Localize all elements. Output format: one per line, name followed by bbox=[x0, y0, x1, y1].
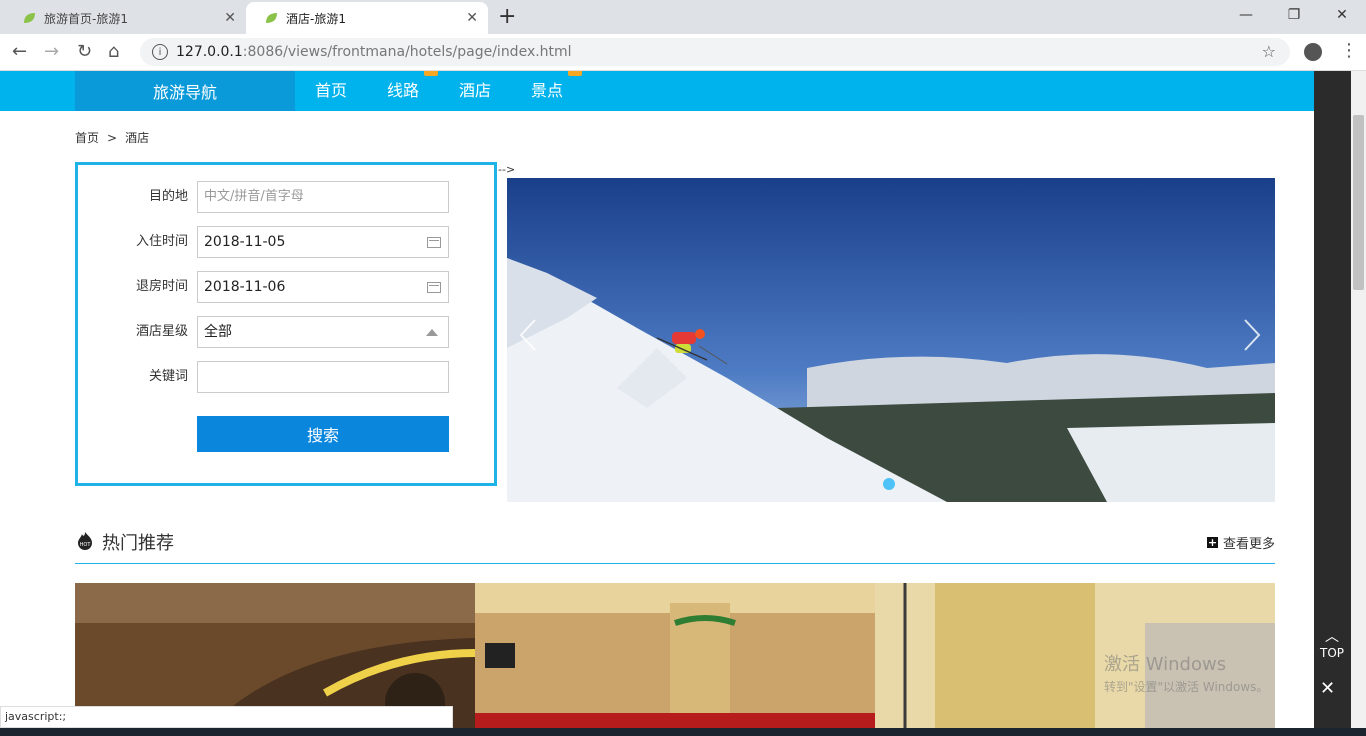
info-icon[interactable]: i bbox=[152, 44, 168, 60]
checkin-value: 2018-11-05 bbox=[204, 234, 286, 250]
checkin-label: 入住时间 bbox=[135, 234, 188, 249]
close-icon[interactable]: ✕ bbox=[224, 10, 236, 26]
leaf-icon bbox=[266, 13, 277, 23]
url-path: :8086/views/frontmana/hotels/page/index.… bbox=[242, 44, 572, 60]
star-select[interactable]: 全部 bbox=[197, 316, 449, 348]
destination-row: 目的地 中文/拼音/首字母 bbox=[78, 181, 494, 213]
breadcrumb-home[interactable]: 首页 bbox=[75, 131, 99, 145]
keyword-input[interactable] bbox=[197, 361, 449, 393]
chevron-up-icon: ︿ bbox=[1325, 629, 1339, 645]
back-icon[interactable]: ← bbox=[12, 41, 27, 62]
nav-item-sights[interactable]: 景点 bbox=[531, 71, 582, 111]
next-arrow-icon[interactable] bbox=[1243, 318, 1261, 352]
breadcrumb-separator: > bbox=[107, 131, 118, 145]
prev-arrow-icon[interactable] bbox=[519, 318, 537, 352]
view-more-link[interactable]: + 查看更多 bbox=[1206, 533, 1275, 552]
breadcrumb-current: 酒店 bbox=[125, 131, 150, 145]
banner-carousel bbox=[507, 178, 1275, 502]
reload-icon[interactable]: ↻ bbox=[77, 41, 92, 62]
window-controls: — ❐ ✕ bbox=[1222, 0, 1366, 30]
nav-item-hotels[interactable]: 酒店 bbox=[459, 71, 491, 111]
plus-icon: + bbox=[1206, 536, 1218, 549]
url-input[interactable]: i 127.0.0.1:8086/views/frontmana/hotels/… bbox=[140, 38, 1290, 66]
checkin-date-input[interactable]: 2018-11-05 bbox=[197, 226, 449, 258]
close-icon[interactable]: ✕ bbox=[1320, 678, 1335, 699]
watermark-line2: 转到"设置"以激活 Windows。 bbox=[1104, 680, 1269, 694]
top-nav: 旅游导航 首页 线路 酒店 景点 bbox=[0, 71, 1314, 111]
address-bar: ← → ↻ ⌂ i 127.0.0.1:8086/views/frontmana… bbox=[0, 34, 1366, 71]
tab-home[interactable]: 旅游首页-旅游1 ✕ bbox=[4, 2, 246, 34]
hot-title: 热门推荐 bbox=[102, 533, 174, 554]
hotel-photo[interactable] bbox=[475, 583, 875, 736]
minimize-icon[interactable]: — bbox=[1222, 0, 1270, 30]
url-host: 127.0.0.1 bbox=[176, 44, 243, 60]
close-icon[interactable]: ✕ bbox=[466, 10, 478, 26]
destination-input[interactable]: 中文/拼音/首字母 bbox=[197, 181, 449, 213]
tab-title: 旅游首页-旅游1 bbox=[44, 11, 128, 26]
page-viewport: 旅游导航 首页 线路 酒店 景点 首页 > 酒店 --> 目的地 中文/拼音/首字母… bbox=[0, 71, 1314, 736]
svg-text:HOT: HOT bbox=[80, 542, 92, 548]
hotel-search-form: 目的地 中文/拼音/首字母 入住时间 2018-11-05 退房时间 2018-… bbox=[75, 162, 497, 486]
forward-icon[interactable]: → bbox=[44, 41, 59, 62]
windows-activation-watermark: 激活 Windows 转到"设置"以激活 Windows。 bbox=[1104, 650, 1268, 695]
keyword-row: 关键词 bbox=[78, 361, 494, 393]
bookmark-star-icon[interactable]: ☆ bbox=[1262, 42, 1276, 61]
carousel-dot[interactable] bbox=[883, 478, 895, 490]
os-taskbar bbox=[0, 728, 1366, 736]
calendar-icon[interactable] bbox=[427, 237, 441, 248]
checkout-row: 退房时间 2018-11-06 bbox=[78, 271, 494, 303]
banner-image bbox=[507, 178, 1275, 502]
checkout-date-input[interactable]: 2018-11-06 bbox=[197, 271, 449, 303]
menu-icon[interactable]: ⋮ bbox=[1340, 40, 1358, 61]
badge-icon bbox=[568, 71, 582, 76]
new-tab-icon[interactable]: + bbox=[498, 4, 516, 29]
home-icon[interactable]: ⌂ bbox=[108, 41, 119, 62]
browser-tab-bar: 旅游首页-旅游1 ✕ 酒店-旅游1 ✕ + — ❐ ✕ bbox=[0, 0, 1366, 34]
checkin-row: 入住时间 2018-11-05 bbox=[78, 226, 494, 258]
checkout-value: 2018-11-06 bbox=[204, 279, 286, 295]
top-label: TOP bbox=[1319, 646, 1344, 660]
nav-item-routes[interactable]: 线路 bbox=[387, 71, 438, 111]
tab-hotel[interactable]: 酒店-旅游1 ✕ bbox=[246, 2, 488, 34]
account-icon[interactable] bbox=[1304, 43, 1322, 61]
calendar-icon[interactable] bbox=[427, 282, 441, 293]
hot-section-header: HOT 热门推荐 + 查看更多 bbox=[75, 529, 1275, 564]
watermark-line1: 激活 Windows bbox=[1104, 654, 1227, 675]
leaf-icon bbox=[24, 13, 35, 23]
star-label: 酒店星级 bbox=[135, 324, 188, 339]
scrollbar-thumb[interactable] bbox=[1353, 115, 1364, 290]
checkout-label: 退房时间 bbox=[135, 279, 188, 294]
nav-item-label: 景点 bbox=[531, 81, 564, 100]
dropdown-arrow-icon bbox=[426, 329, 438, 336]
window-close-icon[interactable]: ✕ bbox=[1318, 0, 1366, 30]
star-value: 全部 bbox=[204, 324, 232, 340]
restore-icon[interactable]: ❐ bbox=[1270, 0, 1318, 30]
keyword-label: 关键词 bbox=[148, 369, 188, 384]
hot-fire-icon: HOT bbox=[78, 532, 92, 550]
status-bar: javascript:; bbox=[0, 706, 453, 728]
nav-brand: 旅游导航 bbox=[75, 71, 295, 111]
tab-title: 酒店-旅游1 bbox=[286, 11, 346, 26]
badge-icon bbox=[424, 71, 438, 76]
view-more-label: 查看更多 bbox=[1222, 537, 1275, 552]
search-button[interactable]: 搜索 bbox=[197, 416, 449, 452]
back-to-top-button[interactable]: ︿ TOP bbox=[1316, 626, 1348, 660]
nav-item-label: 线路 bbox=[387, 81, 420, 100]
star-row: 酒店星级 全部 bbox=[78, 316, 494, 348]
destination-label: 目的地 bbox=[148, 189, 188, 204]
breadcrumb: 首页 > 酒店 bbox=[75, 129, 149, 146]
stray-text: --> bbox=[498, 163, 516, 176]
nav-item-home[interactable]: 首页 bbox=[315, 71, 347, 111]
